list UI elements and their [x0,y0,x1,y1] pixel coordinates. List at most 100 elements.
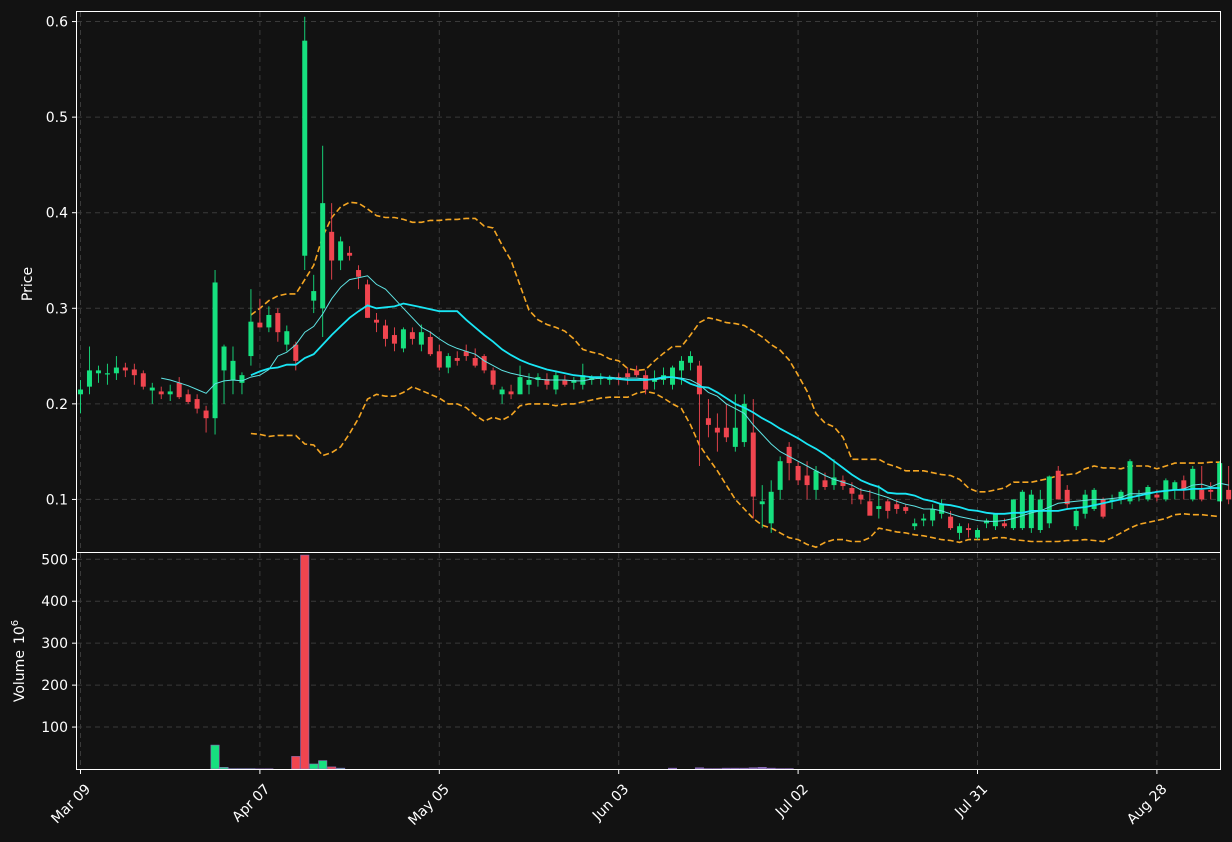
candle-body [876,506,882,509]
candle [302,16,308,271]
candle-body [436,351,442,368]
volume-bar [210,744,220,770]
candle-body [759,501,765,505]
candle-body [365,284,371,318]
candle [212,270,218,435]
candle-body [912,523,918,527]
candle-body [1226,489,1232,500]
candle-body [750,432,756,497]
candle-body [867,501,873,516]
candle-body [1199,489,1205,500]
volume-bar [309,763,319,770]
price-volume-chart: 0.1 0.2 0.3 0.4 0.5 0.6 Price 100 200 300 400 500… [0,0,1232,842]
candle-body [777,461,783,490]
candle-body [95,370,101,374]
candle-body [293,344,299,361]
volume-axis-label: Volume 106 [10,620,28,702]
candle-body [149,387,155,391]
candle-body [409,332,415,339]
candle-body [1073,510,1079,527]
candle-body [625,373,631,378]
price-y-tick-label: 0.3 [46,301,68,317]
candle-body [427,336,433,355]
candle-body [1019,491,1025,529]
candle-body [643,375,649,390]
candle [1055,465,1061,500]
candle-body [921,518,927,521]
candle-body [804,475,810,486]
candle-body [1037,499,1043,531]
candle-body [239,375,245,383]
candle-body [472,357,478,366]
volume-bar [748,767,758,770]
volume-bar [766,767,776,770]
candle-body [490,370,496,385]
candle-body [1001,523,1007,527]
candle-body [230,360,236,380]
candle-body [320,203,326,309]
volume-y-tick-label: 100 [41,720,68,736]
candle-body [975,530,980,538]
candle-body [992,513,998,527]
candle-body [894,504,900,509]
candle-body [966,528,972,531]
candle [1010,499,1016,531]
candle-body [939,504,945,514]
candle-body [499,389,505,395]
candle-body [329,231,335,261]
candle-body [257,322,263,328]
candle-body [248,321,254,357]
candle-body [356,270,362,277]
candle-body [203,410,209,419]
candle-body [167,391,173,395]
candle-body [1046,476,1052,524]
price-y-tick-label: 0.5 [46,110,68,126]
candle [1190,465,1196,502]
candle-body [822,480,828,488]
candle-body [338,241,344,261]
candle-body [311,291,317,301]
candle-body [526,379,532,385]
candle-body [374,319,380,323]
candle-body [1208,489,1214,492]
candle-body [212,282,218,419]
candle-body [382,325,388,339]
candle-body [732,427,738,447]
volume-bar [336,767,346,770]
candle-body [275,313,281,333]
candle-body [113,367,119,374]
candle-body [194,399,200,409]
candle-body [266,314,272,328]
candle-body [158,391,164,395]
price-y-tick-label: 0.4 [46,206,68,222]
candle-body [678,360,684,371]
candle-body [1172,482,1178,490]
candle-body [849,487,855,494]
candle-body [930,508,936,521]
candle-body [508,391,514,395]
volume-bar [318,760,328,770]
price-y-tick-label: 0.6 [46,15,68,31]
candle-body [104,373,110,375]
candle-body [1055,470,1061,500]
chart-background [0,0,1232,842]
candle-body [454,357,460,361]
candle [1046,475,1052,529]
candle [1100,497,1106,519]
candle-body [723,427,729,438]
candle-body [481,356,487,371]
candle-body [634,370,640,376]
volume-axis-label-text: Volume [12,650,28,702]
candle-body [140,373,146,387]
candle-body [562,379,568,385]
candle-body [1154,494,1160,498]
candle-body [302,40,308,256]
candle-body [957,526,963,533]
candle-body [185,394,191,402]
candle [1217,461,1223,502]
candle-body [903,507,909,511]
price-axis-label: Price [20,267,36,301]
candle [1019,489,1025,531]
volume-axis-label-base: 10 [12,626,28,644]
candle-body [221,346,227,371]
